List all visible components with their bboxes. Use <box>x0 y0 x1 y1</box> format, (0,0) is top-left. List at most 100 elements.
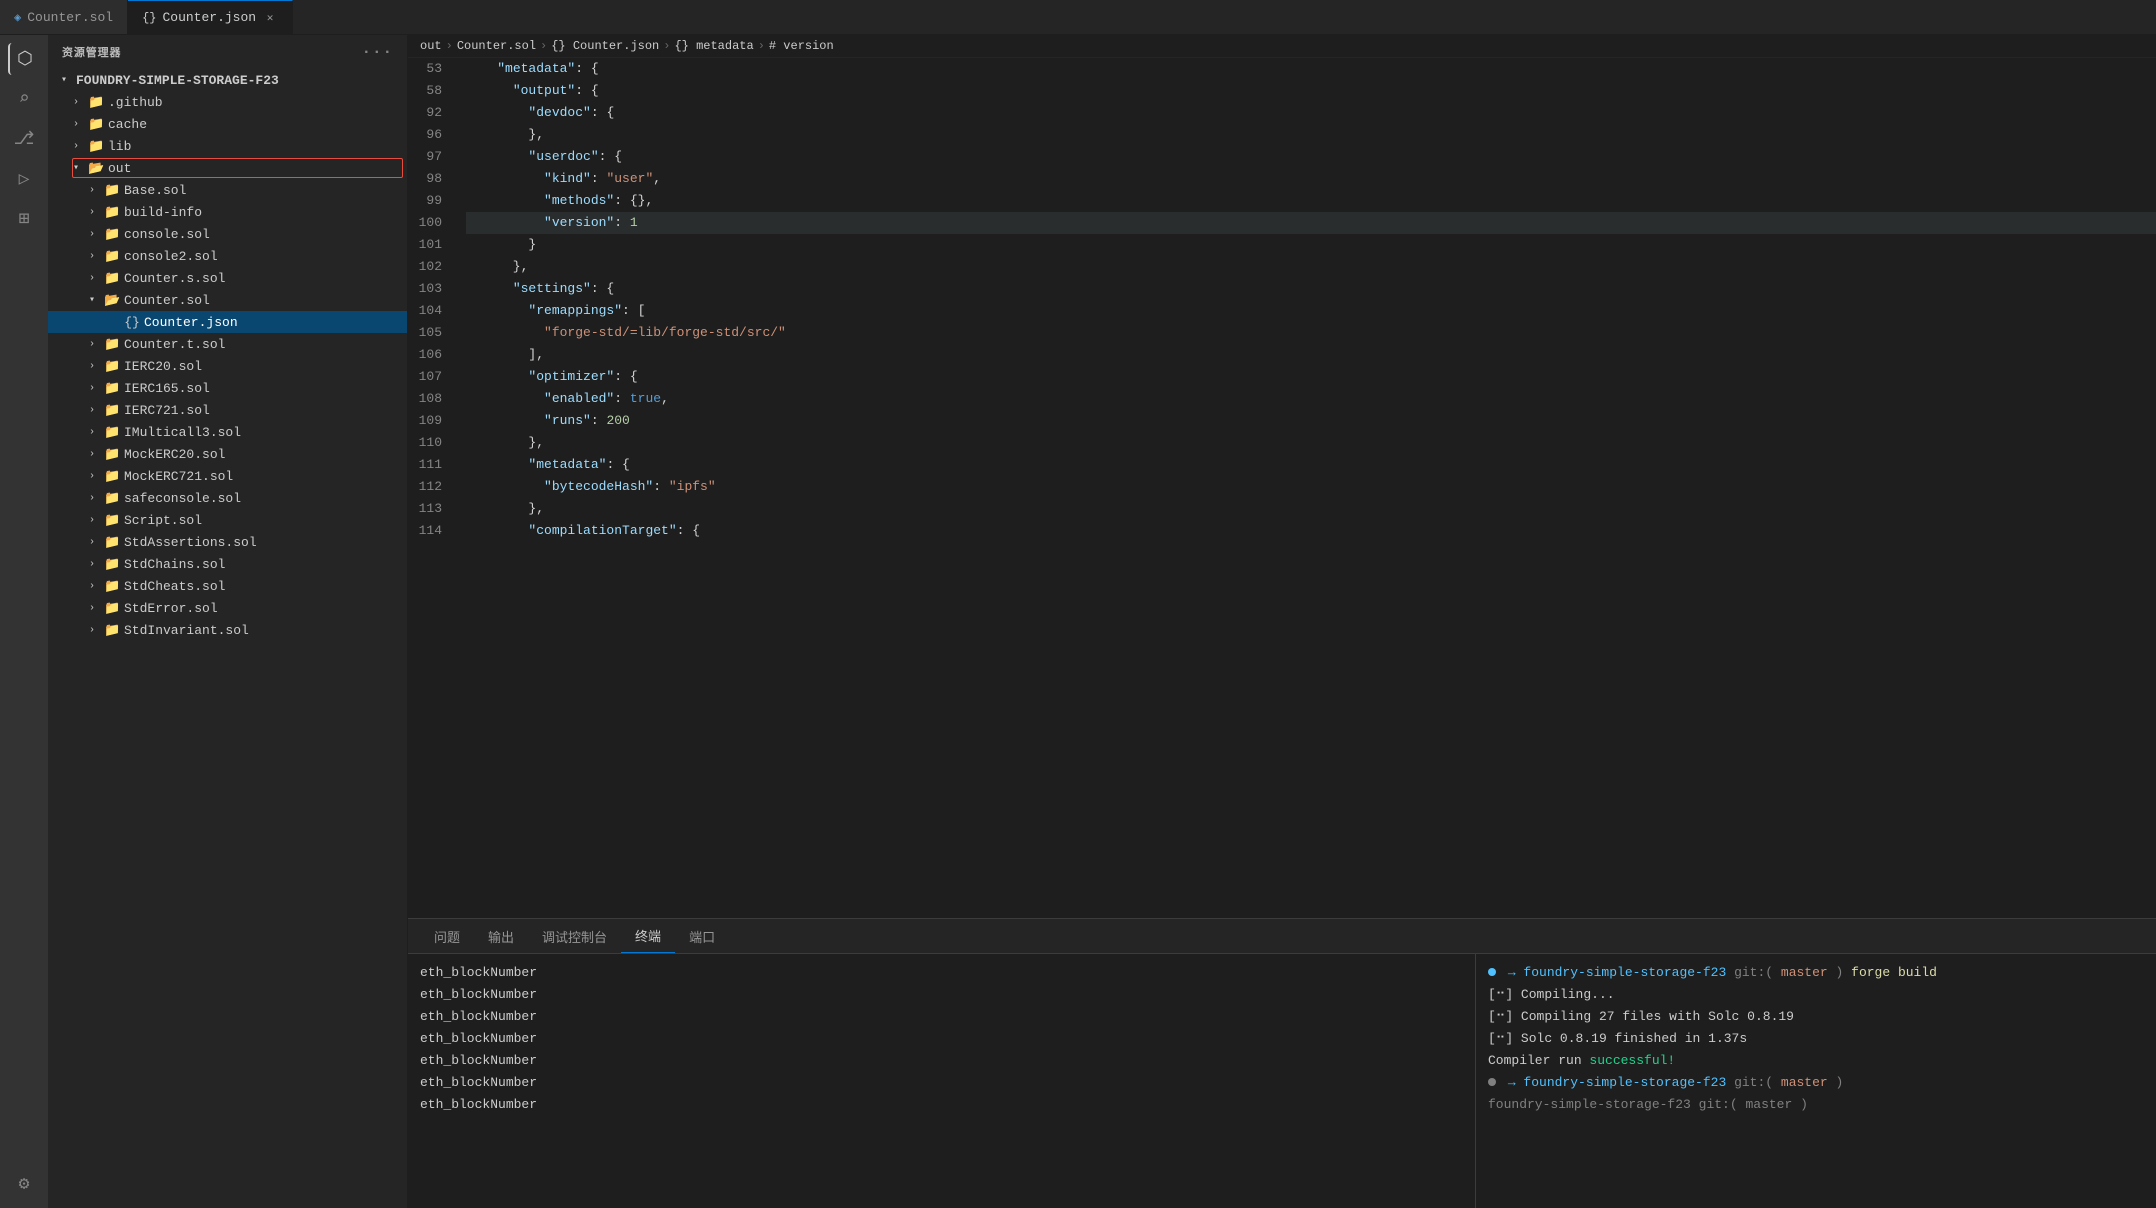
tab-output[interactable]: 输出 <box>474 919 528 953</box>
json-file-icon: {} <box>124 315 140 330</box>
tab-debug-console[interactable]: 调试控制台 <box>528 919 621 953</box>
json-icon: {} <box>142 11 156 25</box>
sidebar-item-github[interactable]: › 📁 .github <box>48 91 407 113</box>
tab-terminal[interactable]: 终端 <box>621 919 675 953</box>
folder-icon: 📁 <box>104 579 120 594</box>
tab-close-button[interactable]: ✕ <box>262 10 278 26</box>
tab-counter-sol[interactable]: ◈ Counter.sol <box>0 0 128 34</box>
lib-chevron-icon: › <box>68 138 84 154</box>
stdinvariant-sol-label: StdInvariant.sol <box>124 623 407 638</box>
code-line-99: "methods": {}, <box>466 190 2156 212</box>
code-line-102: }, <box>466 256 2156 278</box>
folder-icon: 📁 <box>88 139 104 154</box>
terminal-line: eth_blockNumber <box>420 984 1463 1006</box>
remote-icon[interactable]: ⚙ <box>8 1168 40 1200</box>
sidebar-item-mockerc721-sol[interactable]: › 📁 MockERC721.sol <box>48 465 407 487</box>
sidebar-item-lib[interactable]: › 📁 lib <box>48 135 407 157</box>
folder-icon: 📁 <box>104 271 120 286</box>
folder-icon: 📁 <box>104 491 120 506</box>
dot-blue-icon <box>1488 968 1496 976</box>
terminal-panel: 问题 输出 调试控制台 终端 端口 eth_blockNumber eth_bl… <box>408 918 2156 1208</box>
github-chevron-icon: › <box>68 94 84 110</box>
root-chevron-icon: ▾ <box>56 72 72 88</box>
sidebar-item-counter-t-sol[interactable]: › 📁 Counter.t.sol <box>48 333 407 355</box>
counter-t-sol-label: Counter.t.sol <box>124 337 407 352</box>
breadcrumb-metadata[interactable]: {} metadata <box>674 39 753 53</box>
stdchains-sol-label: StdChains.sol <box>124 557 407 572</box>
folder-icon: 📁 <box>104 381 120 396</box>
terminal-line: eth_blockNumber <box>420 1072 1463 1094</box>
terminal-left: eth_blockNumber eth_blockNumber eth_bloc… <box>408 954 1476 1208</box>
sidebar-item-stdinvariant-sol[interactable]: › 📁 StdInvariant.sol <box>48 619 407 641</box>
folder-icon: 📁 <box>104 513 120 528</box>
counter-s-sol-label: Counter.s.sol <box>124 271 407 286</box>
breadcrumb-counter-json[interactable]: {} Counter.json <box>551 39 659 53</box>
code-line-113: }, <box>466 498 2156 520</box>
sidebar-item-ierc20-sol[interactable]: › 📁 IERC20.sol <box>48 355 407 377</box>
code-line-106: ], <box>466 344 2156 366</box>
breadcrumb-counter-sol[interactable]: Counter.sol <box>457 39 536 53</box>
folder-icon: 📁 <box>104 623 120 638</box>
code-line-110: }, <box>466 432 2156 454</box>
sidebar-item-stdchains-sol[interactable]: › 📁 StdChains.sol <box>48 553 407 575</box>
debug-icon[interactable]: ▷ <box>8 163 40 195</box>
folder-icon: 📁 <box>104 535 120 550</box>
activity-bar: ⬡ ⌕ ⎇ ▷ ⊞ ⚙ <box>0 35 48 1208</box>
sidebar-item-imulticall3-sol[interactable]: › 📁 IMulticall3.sol <box>48 421 407 443</box>
extensions-icon[interactable]: ⊞ <box>8 203 40 235</box>
terminal-line: eth_blockNumber <box>420 1094 1463 1116</box>
tree-root-folder[interactable]: ▾ FOUNDRY-SIMPLE-STORAGE-F23 <box>48 69 407 91</box>
terminal-line-prompt2: foundry-simple-storage-f23 git:( master … <box>1488 1094 2144 1116</box>
breadcrumb-version[interactable]: # version <box>769 39 834 53</box>
script-chevron-icon: › <box>84 512 100 528</box>
sidebar-item-counter-s-sol[interactable]: › 📁 Counter.s.sol <box>48 267 407 289</box>
stdassertions-sol-label: StdAssertions.sol <box>124 535 407 550</box>
sidebar-item-stdcheats-sol[interactable]: › 📁 StdCheats.sol <box>48 575 407 597</box>
code-line-98: "kind": "user", <box>466 168 2156 190</box>
sidebar-item-ierc721-sol[interactable]: › 📁 IERC721.sol <box>48 399 407 421</box>
main-layout: ⬡ ⌕ ⎇ ▷ ⊞ ⚙ 资源管理器 ··· ▾ FOUNDRY-SIMPLE-S… <box>0 35 2156 1208</box>
code-line-58: "output": { <box>466 80 2156 102</box>
sidebar-item-base-sol[interactable]: › 📁 Base.sol <box>48 179 407 201</box>
tab-counter-json[interactable]: {} Counter.json ✕ <box>128 0 293 34</box>
folder-open-icon: 📂 <box>104 293 120 308</box>
search-icon[interactable]: ⌕ <box>8 83 40 115</box>
sidebar-item-stderr-sol[interactable]: › 📁 StdError.sol <box>48 597 407 619</box>
folder-icon: 📁 <box>104 425 120 440</box>
sidebar-item-out[interactable]: ▾ 📂 out <box>48 157 407 179</box>
base-chevron-icon: › <box>84 182 100 198</box>
counter-json-label: Counter.json <box>144 315 407 330</box>
sidebar-item-console2-sol[interactable]: › 📁 console2.sol <box>48 245 407 267</box>
tab-ports[interactable]: 端口 <box>675 919 729 953</box>
source-control-icon[interactable]: ⎇ <box>8 123 40 155</box>
folder-icon: 📁 <box>104 205 120 220</box>
sidebar-menu-button[interactable]: ··· <box>362 43 393 61</box>
stdcheats-sol-label: StdCheats.sol <box>124 579 407 594</box>
sidebar-item-script-sol[interactable]: › 📁 Script.sol <box>48 509 407 531</box>
dot-gray-icon <box>1488 1078 1496 1086</box>
stderr-chevron-icon: › <box>84 600 100 616</box>
sidebar-item-console-sol[interactable]: › 📁 console.sol <box>48 223 407 245</box>
ierc20-sol-label: IERC20.sol <box>124 359 407 374</box>
explorer-icon[interactable]: ⬡ <box>8 43 40 75</box>
breadcrumb-out[interactable]: out <box>420 39 442 53</box>
terminal-line-compiling: [⠒] Compiling... <box>1488 984 2144 1006</box>
code-line-108: "enabled": true, <box>466 388 2156 410</box>
counter-sol-chevron-icon: ▾ <box>84 292 100 308</box>
sidebar-item-cache[interactable]: › 📁 cache <box>48 113 407 135</box>
sidebar-item-build-info[interactable]: › 📁 build-info <box>48 201 407 223</box>
sidebar-item-stdassertions-sol[interactable]: › 📁 StdAssertions.sol <box>48 531 407 553</box>
code-lines[interactable]: "metadata": { "output": { "devdoc": { }, <box>458 58 2156 918</box>
ierc165-chevron-icon: › <box>84 380 100 396</box>
sidebar-item-ierc165-sol[interactable]: › 📁 IERC165.sol <box>48 377 407 399</box>
sidebar-item-safeconsole-sol[interactable]: › 📁 safeconsole.sol <box>48 487 407 509</box>
sidebar: 资源管理器 ··· ▾ FOUNDRY-SIMPLE-STORAGE-F23 ›… <box>48 35 408 1208</box>
sidebar-item-counter-sol-folder[interactable]: ▾ 📂 Counter.sol <box>48 289 407 311</box>
console2-sol-label: console2.sol <box>124 249 407 264</box>
sidebar-item-mockerc20-sol[interactable]: › 📁 MockERC20.sol <box>48 443 407 465</box>
sidebar-header: 资源管理器 ··· <box>48 35 407 69</box>
sidebar-item-counter-json[interactable]: › {} Counter.json <box>48 311 407 333</box>
tab-problems[interactable]: 问题 <box>420 919 474 953</box>
folder-icon: 📁 <box>104 183 120 198</box>
console-sol-label: console.sol <box>124 227 407 242</box>
